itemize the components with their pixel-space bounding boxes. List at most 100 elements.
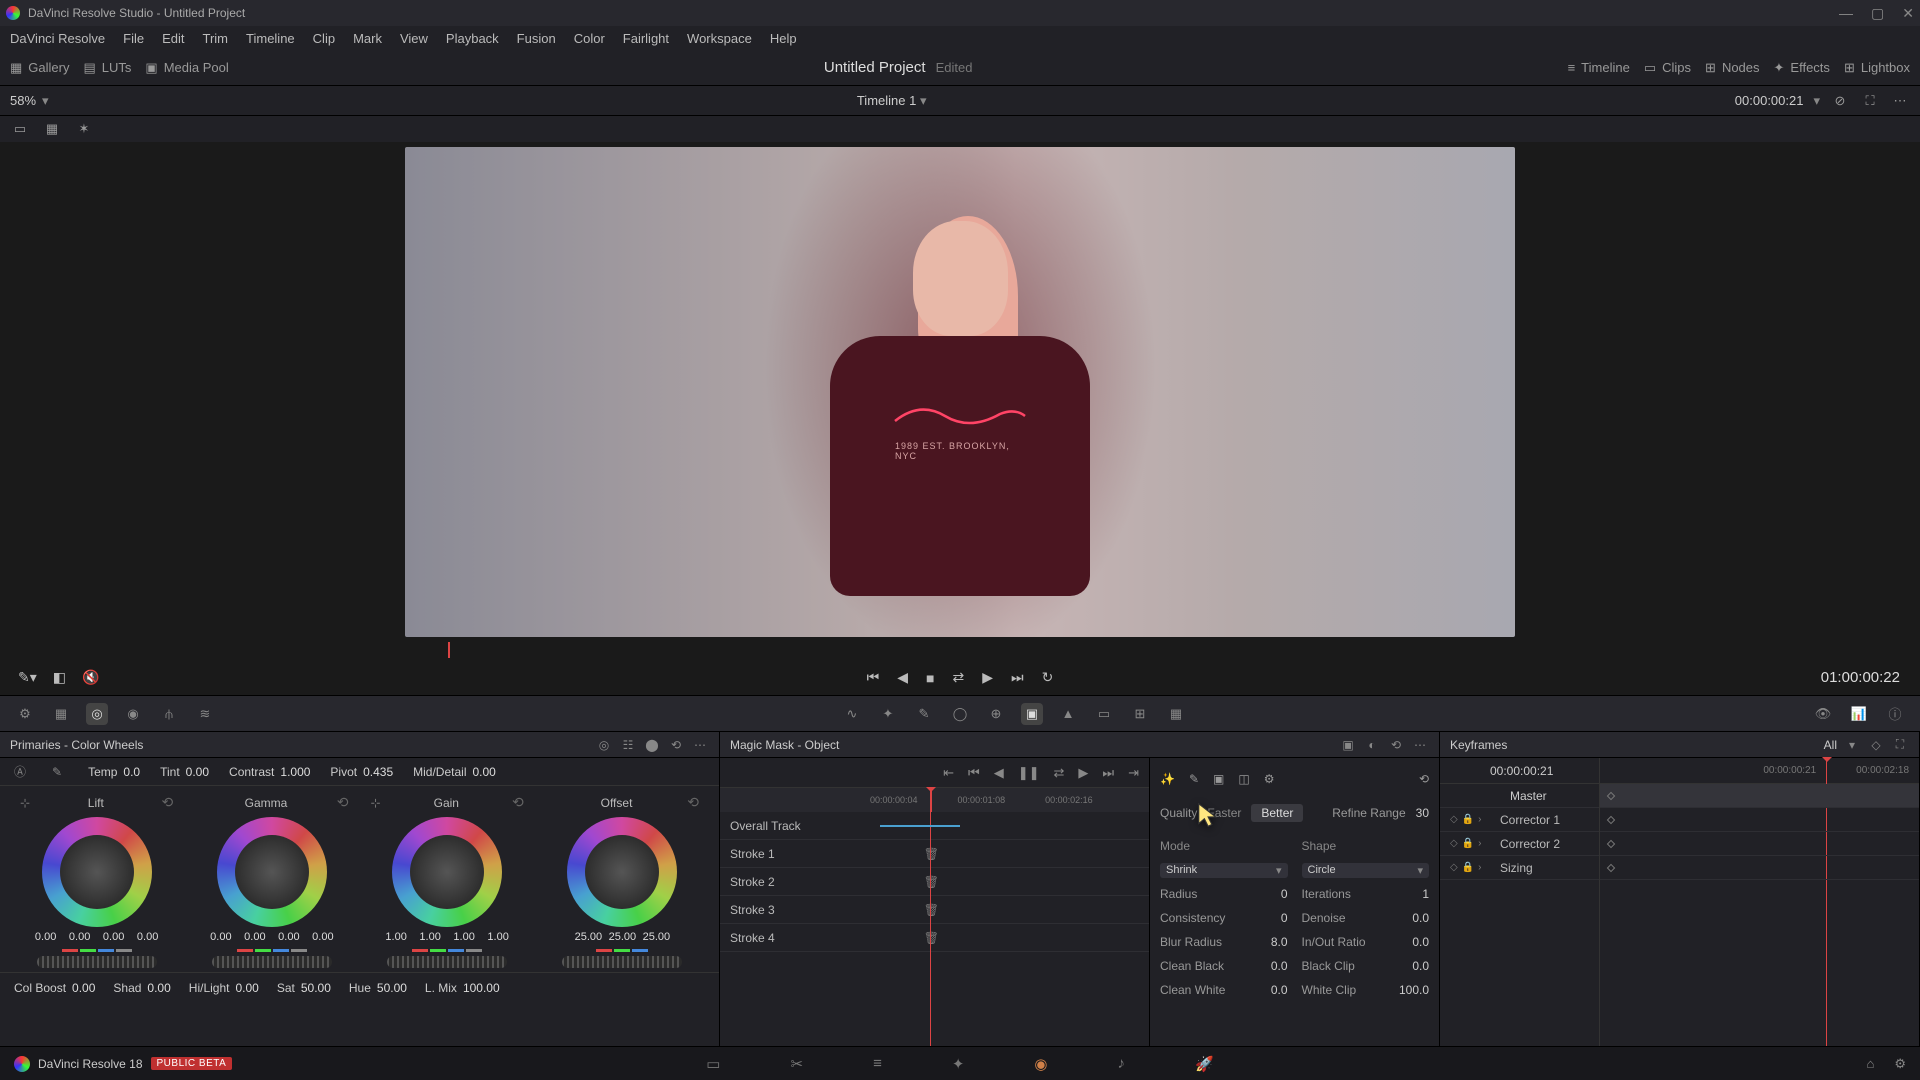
- lift-r[interactable]: 0.00: [65, 931, 95, 943]
- key-icon[interactable]: ▭: [1093, 703, 1115, 725]
- menu-clip[interactable]: Clip: [313, 31, 335, 46]
- warper-icon[interactable]: ✦: [877, 703, 899, 725]
- inout-value[interactable]: 0.0: [1412, 935, 1429, 949]
- gain-r[interactable]: 1.00: [415, 931, 445, 943]
- fusion-page-icon[interactable]: ✦: [952, 1055, 965, 1073]
- lift-y[interactable]: 0.00: [31, 931, 61, 943]
- lift-picker-icon[interactable]: ⊹: [20, 796, 30, 810]
- reverse-play-icon[interactable]: ⇄: [953, 669, 965, 686]
- log-mode-icon[interactable]: ⬤: [643, 736, 661, 754]
- mask-menu-icon[interactable]: ⋯: [1411, 736, 1429, 754]
- contrast-value[interactable]: 1.000: [280, 765, 310, 779]
- offset-b[interactable]: 25.00: [641, 931, 671, 943]
- zoom-dropdown[interactable]: 58%▾: [10, 93, 49, 109]
- menu-trim[interactable]: Trim: [203, 31, 229, 46]
- shape-select[interactable]: Circle▾: [1302, 863, 1430, 878]
- mask-wand-icon[interactable]: ✨: [1160, 772, 1175, 786]
- playhead-icon[interactable]: [448, 642, 450, 658]
- mask-track-fwd-all-icon[interactable]: ⏭: [1102, 765, 1114, 781]
- scopes-icon[interactable]: 📊: [1848, 703, 1870, 725]
- view-single-icon[interactable]: ▭: [10, 119, 30, 139]
- mask-frame-back-icon[interactable]: ⇤: [943, 765, 954, 781]
- loop-icon[interactable]: ↻: [1042, 669, 1054, 686]
- mask-stroke-3[interactable]: Stroke 3🗑: [720, 896, 1149, 924]
- mask-settings-icon[interactable]: ⚙: [1264, 772, 1275, 786]
- gamma-jog[interactable]: [212, 956, 332, 968]
- qualifier-icon[interactable]: ✎▾: [18, 669, 37, 686]
- bypass-icon[interactable]: ⊘: [1830, 91, 1850, 111]
- keyframe-marker-icon[interactable]: [1607, 815, 1615, 823]
- viewer-scrubber[interactable]: [8, 642, 1912, 660]
- expand-icon[interactable]: ⛶: [1860, 91, 1880, 111]
- faster-button[interactable]: Faster: [1207, 806, 1241, 820]
- tint-value[interactable]: 0.00: [186, 765, 209, 779]
- motion-effects-icon[interactable]: ≋: [194, 703, 216, 725]
- keyframes-corrector-1[interactable]: ◇🔒›Corrector 1: [1440, 808, 1599, 832]
- pivot-value[interactable]: 0.435: [363, 765, 393, 779]
- mask-pause-icon[interactable]: ❚❚: [1018, 765, 1040, 781]
- mask-track-fwd-icon[interactable]: ▶: [1078, 765, 1088, 781]
- rgb-mixer-icon[interactable]: ⫛: [158, 703, 180, 725]
- deliver-page-icon[interactable]: 🚀: [1195, 1055, 1214, 1073]
- timeline-button[interactable]: ≡Timeline: [1568, 60, 1630, 75]
- mask-frame-fwd-icon[interactable]: ⇥: [1128, 765, 1139, 781]
- chevron-down-icon[interactable]: ▾: [1843, 736, 1861, 754]
- tracker-icon[interactable]: ⊕: [985, 703, 1007, 725]
- mask-toggle-overlay-icon[interactable]: ▣: [1339, 736, 1357, 754]
- mask-track-both-icon[interactable]: ⇄: [1053, 765, 1064, 781]
- keyframes-all[interactable]: All: [1824, 738, 1837, 752]
- menu-fusion[interactable]: Fusion: [517, 31, 556, 46]
- info-icon[interactable]: ⓘ: [1884, 703, 1906, 725]
- menu-edit[interactable]: Edit: [162, 31, 184, 46]
- highlight-icon[interactable]: ✶: [74, 119, 94, 139]
- blackclip-value[interactable]: 0.0: [1412, 959, 1429, 973]
- mask-track-rev-icon[interactable]: ◀: [994, 765, 1004, 781]
- color-page-icon[interactable]: ◉: [1034, 1055, 1047, 1073]
- menu-mark[interactable]: Mark: [353, 31, 382, 46]
- edit-page-icon[interactable]: ≡: [873, 1055, 882, 1073]
- offset-g[interactable]: 25.00: [607, 931, 637, 943]
- lift-b[interactable]: 0.00: [133, 931, 163, 943]
- luts-button[interactable]: ▤LUTs: [83, 60, 131, 76]
- 3d-icon[interactable]: ▦: [1165, 703, 1187, 725]
- mask-brush-icon[interactable]: ✎: [1189, 772, 1199, 786]
- maximize-icon[interactable]: ▢: [1871, 5, 1884, 22]
- lift-wheel[interactable]: [42, 817, 152, 927]
- mask-stroke-4[interactable]: Stroke 4🗑: [720, 924, 1149, 952]
- whiteclip-value[interactable]: 100.0: [1399, 983, 1429, 997]
- menu-playback[interactable]: Playback: [446, 31, 499, 46]
- curves-icon[interactable]: ∿: [841, 703, 863, 725]
- trash-icon[interactable]: 🗑: [924, 903, 939, 917]
- lightbox-button[interactable]: ⊞Lightbox: [1844, 60, 1910, 76]
- lift-g[interactable]: 0.00: [99, 931, 129, 943]
- menu-help[interactable]: Help: [770, 31, 797, 46]
- pick-white-icon[interactable]: ✎: [52, 765, 62, 779]
- lift-reset-icon[interactable]: ⟲: [162, 794, 174, 811]
- menu-workspace[interactable]: Workspace: [687, 31, 752, 46]
- better-button[interactable]: Better: [1251, 804, 1303, 822]
- gain-g[interactable]: 1.00: [449, 931, 479, 943]
- menu-davinci[interactable]: DaVinci Resolve: [10, 31, 105, 46]
- lift-jog[interactable]: [37, 956, 157, 968]
- gamma-y[interactable]: 0.00: [206, 931, 236, 943]
- qualifier-tool-icon[interactable]: ✎: [913, 703, 935, 725]
- middetail-value[interactable]: 0.00: [473, 765, 496, 779]
- mask-overall-track[interactable]: Overall Track: [720, 812, 1149, 840]
- effects-button[interactable]: ✦Effects: [1774, 60, 1830, 76]
- consistency-value[interactable]: 0: [1281, 911, 1288, 925]
- keyframe-marker-icon[interactable]: [1607, 839, 1615, 847]
- refine-range-value[interactable]: 30: [1416, 806, 1429, 820]
- offset-wheel[interactable]: [567, 817, 677, 927]
- gain-reset-icon[interactable]: ⟲: [512, 794, 524, 811]
- denoise-value[interactable]: 0.0: [1412, 911, 1429, 925]
- mode-select[interactable]: Shrink▾: [1160, 863, 1288, 878]
- gamma-b[interactable]: 0.00: [308, 931, 338, 943]
- nodes-button[interactable]: ⊞Nodes: [1705, 60, 1759, 76]
- fairlight-page-icon[interactable]: ♪: [1118, 1055, 1126, 1073]
- gain-picker-icon[interactable]: ⊹: [371, 796, 381, 810]
- panel-menu-icon[interactable]: ⋯: [691, 736, 709, 754]
- mask-props-reset-icon[interactable]: ⟲: [1419, 772, 1429, 786]
- sizing-icon[interactable]: ⊞: [1129, 703, 1151, 725]
- menu-timeline[interactable]: Timeline: [246, 31, 295, 46]
- keyframe-marker-icon[interactable]: [1607, 863, 1615, 871]
